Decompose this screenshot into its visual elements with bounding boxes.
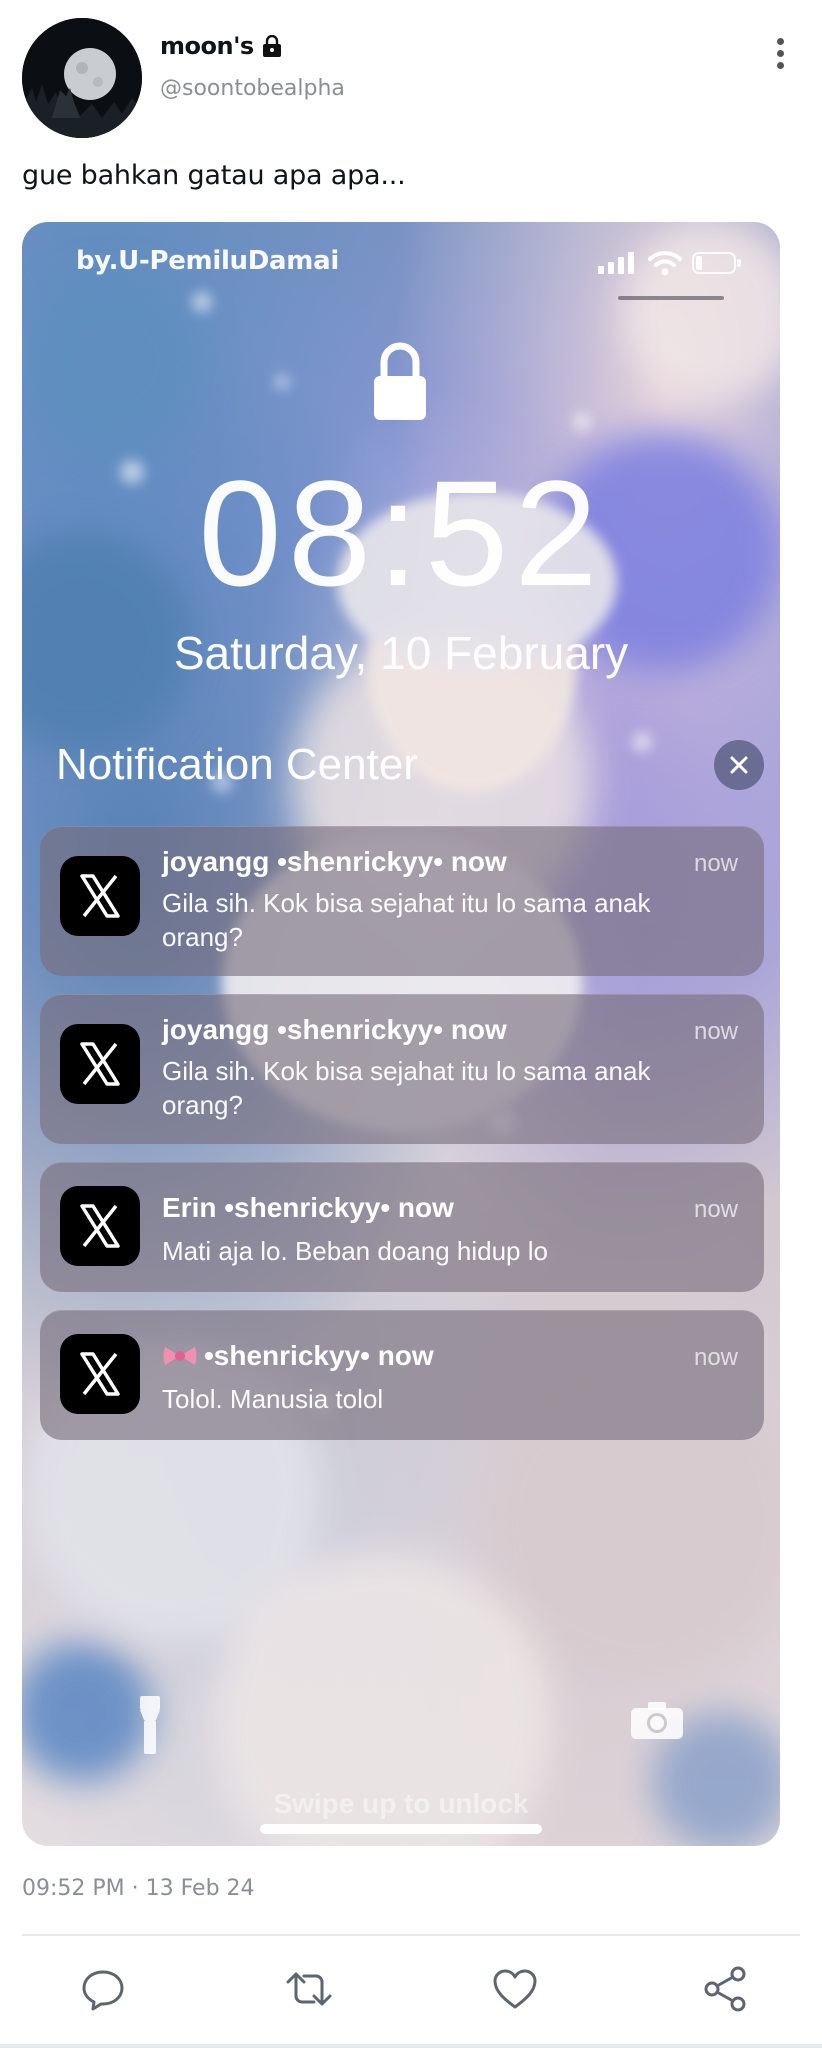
divider	[22, 1934, 800, 1936]
notification-title: •shenrickyy• now	[204, 1340, 434, 1371]
home-indicator[interactable]	[260, 1824, 542, 1834]
battery-icon	[692, 252, 741, 274]
notification-card[interactable]: joyangg •shenrickyy• now now Gila sih. K…	[40, 826, 764, 976]
x-logo-icon	[60, 1334, 140, 1414]
notification-time: now	[693, 1344, 738, 1371]
avatar-moon-wolf-image	[22, 18, 142, 138]
display-name[interactable]: moon's	[160, 32, 254, 60]
notification-body: Mati aja lo. Beban doang hidup lo	[162, 1236, 548, 1266]
notification-body: Gila sih. Kok bisa sejahat itu lo sama a…	[162, 888, 651, 952]
notification-title: Erin •shenrickyy• now	[162, 1192, 454, 1223]
flashlight-icon[interactable]	[138, 1696, 162, 1756]
notification-center-title: Notification Center	[56, 740, 418, 789]
ribbon-emoji-icon	[163, 1347, 197, 1365]
close-icon	[730, 756, 748, 774]
like-icon[interactable]	[490, 1964, 540, 2014]
notification-card[interactable]: •shenrickyy• now now Tolol. Manusia tolo…	[40, 1310, 764, 1440]
retweet-icon[interactable]	[284, 1964, 334, 2014]
notification-body: Gila sih. Kok bisa sejahat itu lo sama a…	[162, 1056, 651, 1120]
lockscreen-clock: 08:52	[198, 449, 604, 617]
notification-title: joyangg •shenrickyy• now	[162, 846, 507, 877]
notification-body: Tolol. Manusia tolol	[162, 1384, 384, 1414]
reply-icon[interactable]	[78, 1964, 128, 2014]
share-icon[interactable]	[700, 1964, 750, 2014]
notification-card[interactable]: Erin •shenrickyy• now now Mati aja lo. B…	[40, 1162, 764, 1292]
status-bar	[598, 250, 742, 276]
swipe-up-hint: Swipe up to unlock	[273, 1788, 529, 1819]
bottom-border	[0, 2044, 822, 2048]
clear-notifications-button[interactable]	[714, 740, 764, 790]
protected-lock-icon	[262, 34, 282, 57]
x-logo-icon	[60, 1186, 140, 1266]
avatar[interactable]	[22, 18, 142, 138]
attached-screenshot-image[interactable]: by.U-PemiluDamai 08:52 Saturday, 10 Febr…	[22, 222, 780, 1846]
tweet-timestamp[interactable]: 09:52 PM · 13 Feb 24	[22, 1876, 255, 1901]
more-options-icon[interactable]	[776, 38, 786, 74]
notification-time: now	[693, 850, 738, 877]
lockscreen-date: Saturday, 10 February	[173, 627, 629, 679]
notification-title: joyangg •shenrickyy• now	[162, 1014, 507, 1045]
lock-icon	[374, 342, 426, 420]
notification-time: now	[693, 1196, 738, 1223]
camera-icon[interactable]	[630, 1700, 684, 1740]
x-logo-icon	[60, 1024, 140, 1104]
tweet-actions-bar	[0, 1964, 822, 2024]
notification-time: now	[693, 1018, 738, 1045]
watermark-text: by.U-PemiluDamai	[76, 246, 339, 276]
notification-card[interactable]: joyangg •shenrickyy• now now Gila sih. K…	[40, 994, 764, 1144]
wifi-icon	[648, 251, 682, 276]
signal-icon	[598, 252, 634, 274]
notification-title-row: •shenrickyy• now	[162, 1340, 434, 1372]
status-indicator-bar	[618, 296, 724, 300]
user-handle[interactable]: @soontobealpha	[160, 76, 345, 101]
tweet-text: gue bahkan gatau apa apa...	[22, 160, 406, 191]
x-logo-icon	[60, 856, 140, 936]
